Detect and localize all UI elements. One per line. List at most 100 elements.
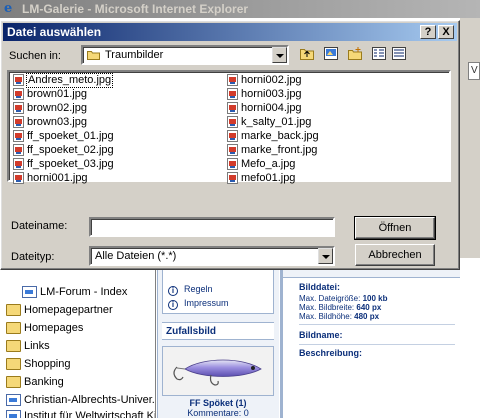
- imprint-link[interactable]: i Impressum: [168, 296, 229, 310]
- imprint-link-label: Impressum: [184, 298, 229, 308]
- cancel-button[interactable]: Abbrechen: [355, 244, 435, 266]
- look-in-value: Traumbilder: [105, 49, 164, 61]
- folder-icon: [6, 358, 21, 370]
- favorites-item-label: LM-Forum - Index: [40, 286, 128, 298]
- filetype-label: Dateityp:: [11, 251, 55, 263]
- desktop-icon: [324, 47, 338, 60]
- folder-icon: [6, 376, 21, 388]
- jpg-file-icon: [13, 172, 24, 184]
- image-file-label: Bilddatei:: [299, 282, 341, 292]
- web-page-icon: [6, 394, 21, 406]
- rules-link[interactable]: i Regeln: [168, 282, 213, 296]
- form-divider: [299, 344, 455, 345]
- description-label: Beschreibung:: [299, 348, 363, 358]
- web-page-icon: [6, 410, 21, 418]
- favorites-item-label: Institut für Weltwirtschaft Kiel: [24, 410, 156, 418]
- favorites-item[interactable]: Banking: [0, 374, 155, 390]
- image-name-label: Bildname:: [299, 330, 343, 340]
- jpg-file-icon: [227, 172, 238, 184]
- web-page-icon: [22, 286, 37, 298]
- list-view-icon: [372, 47, 386, 60]
- max-image-width: Max. Bildbreite: 640 px: [299, 303, 381, 312]
- rules-link-label: Regeln: [184, 284, 213, 294]
- filename-label: Dateiname:: [11, 220, 68, 232]
- new-folder-icon: [348, 47, 362, 60]
- limit-value: 100 kb: [362, 294, 388, 303]
- favorites-item[interactable]: Institut für Weltwirtschaft Kiel: [0, 408, 156, 418]
- close-button[interactable]: X: [438, 25, 454, 39]
- filetype-dropdown[interactable]: Alle Dateien (*.*): [89, 246, 335, 266]
- file-name: marke_front.jpg: [241, 144, 318, 156]
- look-in-label: Suchen in:: [9, 49, 61, 63]
- folder-icon: [6, 304, 21, 316]
- jpg-file-icon: [227, 74, 238, 86]
- file-name: marke_back.jpg: [241, 130, 319, 142]
- favorites-item[interactable]: Shopping: [0, 356, 155, 372]
- dialog-title-bar[interactable]: Datei auswählen ? X: [3, 23, 457, 41]
- jpg-file-icon: [227, 158, 238, 170]
- jpg-file-icon: [13, 158, 24, 170]
- jpg-file-icon: [227, 144, 238, 156]
- file-name: Mefo_a.jpg: [241, 158, 296, 170]
- info-icon: i: [168, 300, 178, 310]
- details-view-button[interactable]: [389, 44, 409, 64]
- random-image-title[interactable]: FF Spöket (1): [162, 398, 274, 408]
- jpg-file-icon: [13, 144, 24, 156]
- file-name: brown02.jpg: [27, 102, 87, 114]
- favorites-item[interactable]: Homepagepartner: [0, 302, 155, 318]
- favorites-item[interactable]: LM-Forum - Index: [0, 284, 155, 300]
- form-divider: [299, 324, 455, 325]
- jpg-file-icon: [227, 102, 238, 114]
- filename-input[interactable]: [89, 217, 335, 237]
- folder-icon: [87, 51, 100, 60]
- random-image-caption: FF Spöket (1) Kommentare: 0: [162, 398, 274, 418]
- file-name: ff_spoeket_02.jpg: [27, 144, 114, 156]
- max-file-size: Max. Dateigröße: 100 kb: [299, 294, 388, 303]
- random-image-comments: Kommentare: 0: [187, 408, 249, 418]
- favorites-item[interactable]: Homepages: [0, 320, 155, 336]
- page-edge-tab: V: [468, 62, 480, 80]
- chevron-down-icon[interactable]: [318, 248, 333, 264]
- file-name: horni001.jpg: [27, 172, 88, 184]
- file-name: horni003.jpg: [241, 88, 302, 100]
- up-one-level-button[interactable]: [297, 44, 317, 64]
- up-folder-icon: [300, 49, 314, 60]
- folder-icon: [6, 322, 21, 334]
- file-name: Andres_meto.jpg: [25, 73, 114, 88]
- favorites-item-label: Homepages: [24, 322, 84, 334]
- random-image-thumbnail[interactable]: [162, 346, 274, 396]
- info-icon: i: [168, 286, 178, 296]
- limit-label: Max. Bildbreite:: [299, 303, 355, 312]
- fishing-lure-image: [163, 347, 273, 395]
- file-list[interactable]: Andres_meto.jpg brown01.jpg brown02.jpg …: [7, 70, 451, 184]
- open-button[interactable]: Öffnen: [354, 216, 436, 240]
- desktop-button[interactable]: [321, 44, 341, 64]
- limit-value: 640 px: [356, 303, 382, 312]
- list-view-button[interactable]: [369, 44, 389, 64]
- folder-icon: [6, 340, 21, 352]
- details-view-icon: [392, 47, 406, 60]
- look-in-label-text: Suchen in:: [9, 50, 61, 62]
- dialog-title: Datei auswählen: [7, 25, 102, 39]
- jpg-file-icon: [13, 116, 24, 128]
- jpg-file-icon: [13, 74, 24, 86]
- jpg-file-icon: [13, 102, 24, 114]
- file-name: ff_spoeket_01.jpg: [27, 130, 114, 142]
- file-name: brown03.jpg: [27, 116, 87, 128]
- help-button[interactable]: ?: [420, 25, 436, 39]
- max-image-height: Max. Bildhöhe: 480 px: [299, 312, 379, 321]
- jpg-file-icon: [13, 88, 24, 100]
- favorites-item[interactable]: Links: [0, 338, 155, 354]
- limit-label: Max. Bildhöhe:: [299, 312, 352, 321]
- favorites-item-label: Homepagepartner: [24, 304, 113, 316]
- file-name: ff_spoeket_03.jpg: [27, 158, 114, 170]
- file-name: k_salty_01.jpg: [241, 116, 312, 128]
- chevron-down-icon[interactable]: [272, 47, 287, 63]
- random-image-heading: Zufallsbild: [162, 322, 274, 340]
- new-folder-button[interactable]: [345, 44, 365, 64]
- jpg-file-icon: [227, 130, 238, 142]
- favorites-item-label: Links: [24, 340, 50, 352]
- jpg-file-icon: [227, 116, 238, 128]
- favorites-item[interactable]: Christian-Albrechts-Univer...: [0, 392, 155, 408]
- look-in-dropdown[interactable]: Traumbilder: [81, 45, 289, 65]
